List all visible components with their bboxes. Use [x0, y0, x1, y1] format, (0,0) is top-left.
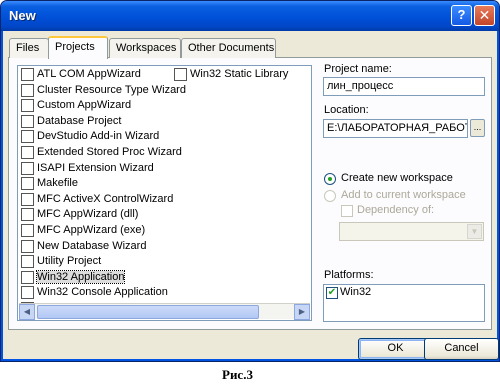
chevron-down-icon[interactable]: ▼ — [467, 224, 482, 239]
list-item[interactable]: MFC AppWizard (dll) — [20, 207, 138, 222]
win32-app-icon — [21, 270, 34, 284]
cancel-button[interactable]: Cancel — [424, 338, 499, 360]
list-item[interactable]: Database Project — [20, 114, 121, 129]
figure-caption: Рис.3 — [222, 367, 253, 382]
tab-projects[interactable]: Projects — [48, 36, 108, 59]
stored-proc-icon — [21, 146, 34, 159]
platform-win32-checkbox[interactable]: ✔ — [326, 287, 338, 299]
list-item[interactable]: Utility Project — [20, 254, 101, 269]
static-lib-icon — [174, 68, 187, 81]
utility-icon — [21, 255, 34, 269]
scroll-right-icon[interactable]: ▶ — [294, 304, 310, 320]
add-to-workspace-label: Add to current workspace — [341, 189, 466, 201]
list-item[interactable]: New Database Wizard — [20, 239, 146, 254]
list-item[interactable]: Makefile — [20, 176, 78, 191]
close-button[interactable]: ✕ — [474, 5, 495, 26]
create-new-workspace-radio[interactable] — [324, 173, 336, 185]
list-item-label: Custom AppWizard — [37, 99, 132, 112]
location-input[interactable]: E:\ЛАБОРАТОРНАЯ_РАБОТА — [323, 119, 468, 138]
project-name-label: Project name: — [324, 63, 392, 75]
list-item[interactable]: Win32 Console Application — [20, 285, 168, 300]
platform-win32-label: Win32 — [340, 286, 372, 298]
makefile-icon — [21, 177, 34, 191]
list-item-label: Win32 Static Library — [190, 68, 289, 80]
dependency-checkbox[interactable] — [341, 205, 353, 217]
create-new-workspace-label[interactable]: Create new workspace — [341, 172, 453, 184]
addin-icon — [21, 130, 34, 144]
list-item[interactable]: MFC AppWizard (exe) — [20, 223, 145, 238]
new-dialog: New ? ✕ Files Projects Workspaces Other … — [0, 0, 500, 362]
console-icon — [21, 286, 34, 300]
list-item-label: Win32 Application — [35, 269, 126, 284]
list-item-label: Win32 Console Application — [37, 286, 168, 299]
list-item-label: ISAPI Extension Wizard — [37, 161, 154, 174]
activex-icon — [21, 192, 34, 206]
project-type-list[interactable]: ATL COM AppWizard Cluster Resource Type W… — [17, 65, 312, 321]
title-bar[interactable]: New ? ✕ — [1, 1, 499, 31]
tab-files[interactable]: Files — [9, 38, 49, 58]
database-icon — [21, 114, 34, 128]
ok-button[interactable]: OK — [358, 338, 433, 360]
list-item-label: Extended Stored Proc Wizard — [37, 146, 182, 158]
list-item-label: New Database Wizard — [37, 239, 147, 252]
list-item-label: ATL COM AppWizard — [37, 68, 141, 80]
platforms-list[interactable]: ✔ Win32 — [323, 284, 485, 322]
help-button[interactable]: ? — [451, 5, 472, 26]
tab-other-documents[interactable]: Other Documents — [181, 38, 276, 58]
new-db-icon — [21, 239, 34, 253]
list-item-label: Database Project — [37, 114, 122, 127]
add-to-workspace-radio[interactable] — [324, 190, 336, 202]
platforms-label: Platforms: — [324, 269, 374, 281]
custom-wizard-icon — [21, 99, 34, 113]
project-name-input[interactable]: лин_процесс — [323, 77, 485, 96]
list-item-label: Utility Project — [37, 255, 102, 268]
scroll-thumb[interactable] — [37, 305, 259, 319]
tab-workspaces[interactable]: Workspaces — [109, 38, 181, 58]
cluster-icon — [21, 83, 34, 97]
mfc-dll-icon — [21, 208, 34, 222]
list-item[interactable]: ISAPI Extension Wizard — [20, 161, 154, 176]
list-item-label: MFC AppWizard (dll) — [37, 208, 139, 221]
dependency-select[interactable]: ▼ — [339, 222, 484, 241]
isapi-icon — [21, 161, 34, 175]
list-item[interactable]: Extended Stored Proc Wizard — [20, 145, 182, 160]
atl-icon — [21, 68, 34, 81]
list-item[interactable]: Cluster Resource Type Wizard — [20, 83, 186, 98]
list-item-label: MFC AppWizard (exe) — [37, 224, 146, 236]
list-item-label: MFC ActiveX ControlWizard — [37, 192, 174, 205]
list-item[interactable]: Win32 Application — [20, 269, 126, 285]
list-item-label: Cluster Resource Type Wizard — [37, 83, 186, 96]
list-item[interactable]: Win32 Static Library — [173, 67, 288, 82]
list-item[interactable]: Custom AppWizard — [20, 98, 131, 113]
list-item-label: Makefile — [37, 177, 78, 190]
window-title: New — [9, 8, 36, 23]
list-item[interactable]: ATL COM AppWizard — [20, 67, 141, 82]
list-item-label: DevStudio Add-in Wizard — [37, 130, 160, 143]
browse-button[interactable]: ... — [470, 119, 485, 137]
mfc-exe-icon — [21, 224, 34, 237]
horizontal-scrollbar[interactable]: ◀ ▶ — [19, 303, 310, 320]
list-item[interactable]: MFC ActiveX ControlWizard — [20, 192, 173, 207]
dependency-label: Dependency of: — [357, 204, 435, 216]
location-label: Location: — [324, 104, 369, 116]
list-item[interactable]: DevStudio Add-in Wizard — [20, 129, 159, 144]
scroll-left-icon[interactable]: ◀ — [19, 304, 35, 320]
